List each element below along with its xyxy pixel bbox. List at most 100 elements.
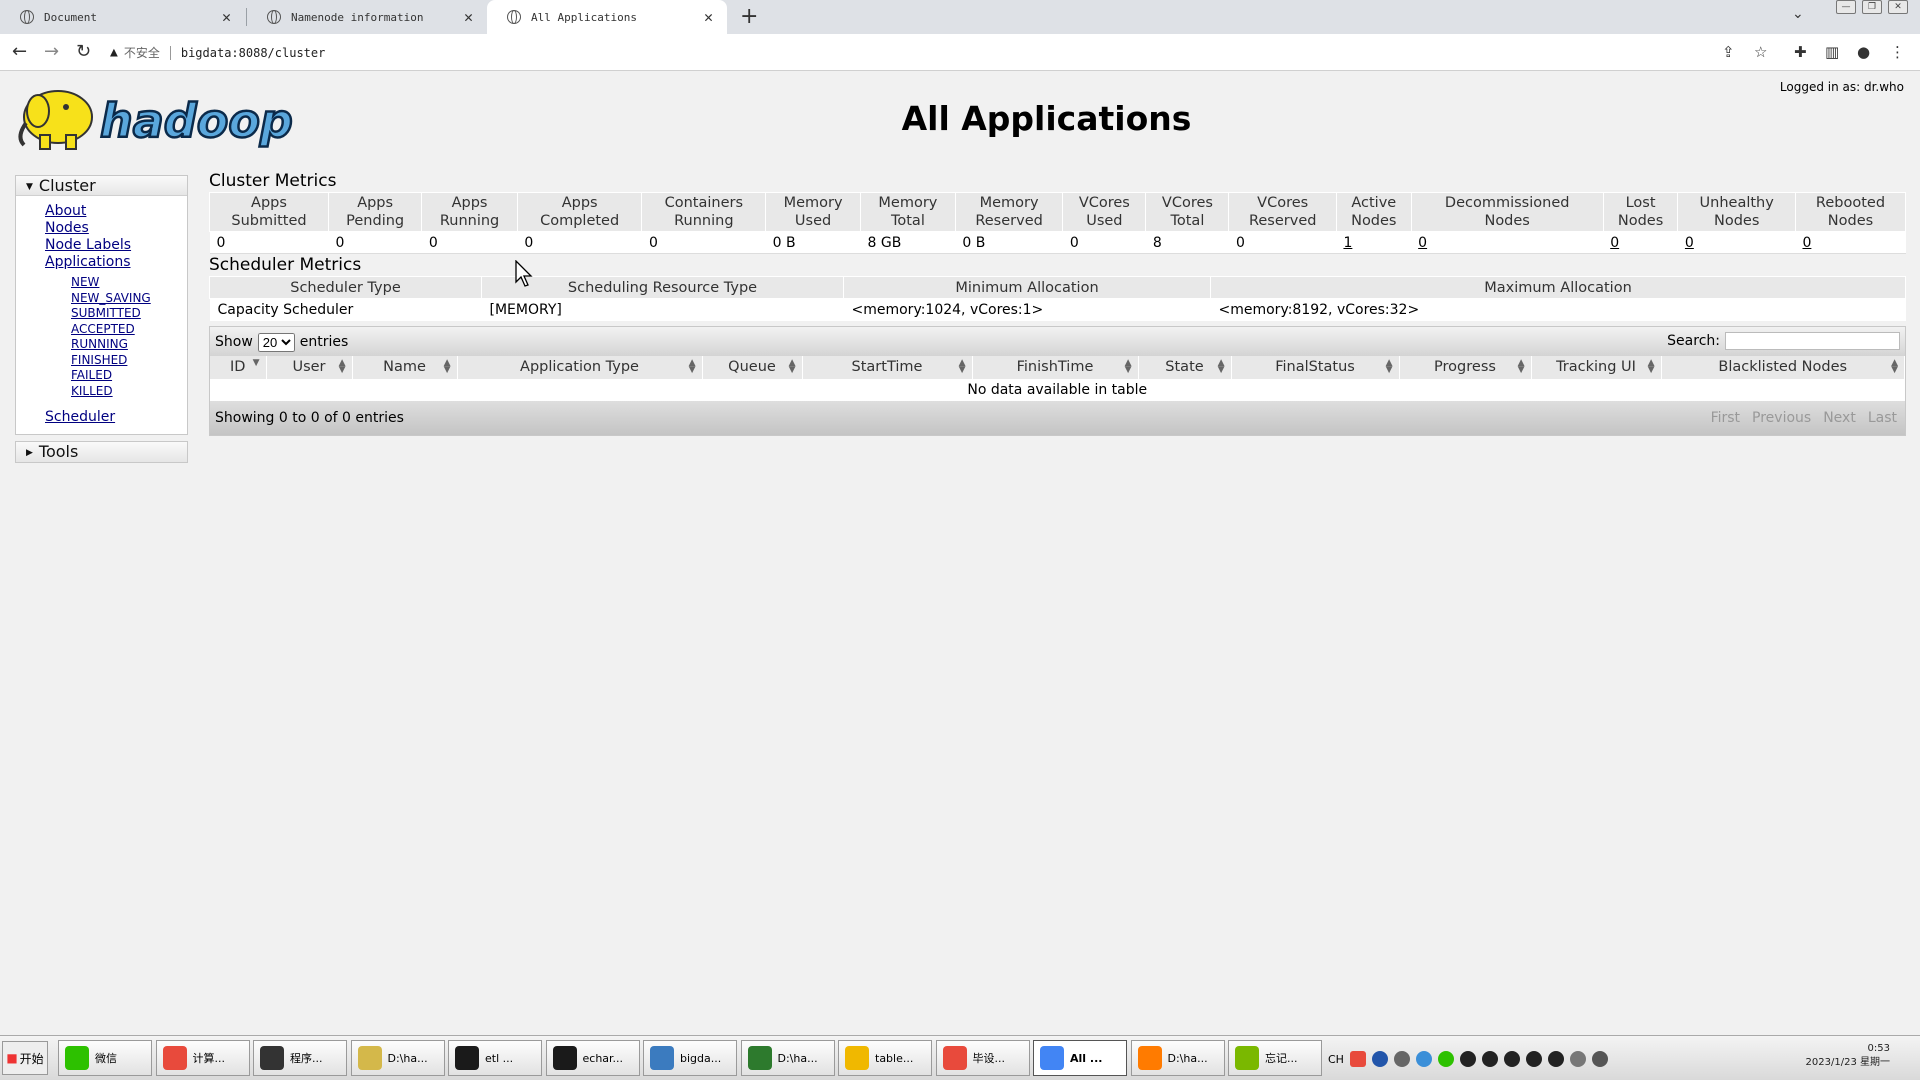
scheduler-value-cell: <memory:8192, vCores:32>	[1210, 298, 1906, 321]
metrics-value-cell[interactable]: 0	[1411, 231, 1604, 254]
back-arrow-icon[interactable]: ←	[12, 41, 27, 62]
taskbar-app[interactable]: table...	[838, 1040, 932, 1076]
restore-button[interactable]: ❐	[1862, 0, 1882, 14]
nav-link-running[interactable]: RUNNING	[71, 337, 187, 353]
metrics-link[interactable]: 1	[1343, 235, 1352, 251]
sogou-icon[interactable]	[1349, 1051, 1366, 1067]
system-clock[interactable]: 0:53 2023/1/23 星期一	[1806, 1042, 1890, 1070]
metrics-value-cell: 0	[1228, 231, 1337, 254]
close-window-button[interactable]: ✕	[1888, 0, 1908, 14]
share-icon[interactable]: ⇪	[1722, 43, 1735, 61]
nav-link-node-labels[interactable]: Node Labels	[45, 237, 187, 254]
qq-icon[interactable]	[1503, 1051, 1520, 1067]
profile-icon[interactable]: ●	[1857, 43, 1870, 61]
metrics-value-cell[interactable]: 0	[1603, 231, 1678, 254]
taskbar-app[interactable]: 毕设...	[935, 1040, 1030, 1076]
taskbar-app[interactable]: 计算...	[155, 1040, 250, 1076]
metrics-header-row: Apps Submitted Apps Pending Apps Running Apps C…	[209, 192, 1907, 232]
nav-link-accepted[interactable]: ACCEPTED	[71, 322, 187, 338]
column-header[interactable]: Tracking UI ▲ ▼	[1531, 355, 1662, 379]
chevron-down-icon[interactable]: ⌄	[1792, 6, 1804, 22]
nav-link-applications[interactable]: Applications	[45, 254, 187, 271]
metrics-value-cell[interactable]: 0	[1677, 231, 1796, 254]
metrics-value-cell[interactable]: 1	[1336, 231, 1412, 254]
column-header[interactable]: Progress ▲ ▼	[1399, 355, 1532, 379]
tray-app-icon[interactable]	[1437, 1051, 1454, 1067]
pager-previous[interactable]: Previous	[1752, 410, 1811, 426]
taskbar-app[interactable]: D:\ha...	[740, 1040, 835, 1076]
search-input[interactable]	[1725, 331, 1900, 350]
url-text[interactable]: bigdata:8088/cluster	[181, 46, 326, 60]
column-header[interactable]: FinalStatus ▲ ▼	[1231, 355, 1400, 379]
tab-namenode-information[interactable]: Namenode information ✕	[247, 0, 487, 34]
nav-link-scheduler[interactable]: Scheduler	[45, 409, 187, 426]
tab-document[interactable]: Document ✕	[0, 0, 245, 34]
entries-length-control: Show 20 entries	[215, 332, 348, 352]
star-icon[interactable]: ☆	[1754, 43, 1767, 61]
cloud-icon[interactable]	[1415, 1051, 1432, 1067]
shield-icon[interactable]	[1371, 1051, 1388, 1067]
volume-icon[interactable]	[1591, 1051, 1608, 1067]
column-header[interactable]: State ▲ ▼	[1138, 355, 1232, 379]
minimize-button[interactable]: —	[1836, 0, 1856, 14]
qq-icon[interactable]	[1525, 1051, 1542, 1067]
pager-first[interactable]: First	[1711, 410, 1740, 426]
close-icon[interactable]: ✕	[704, 8, 713, 26]
nav-link-about[interactable]: About	[45, 203, 187, 220]
new-tab-button[interactable]: +	[740, 4, 758, 29]
metrics-value-cell[interactable]: 0	[1795, 231, 1906, 254]
qq-icon[interactable]	[1547, 1051, 1564, 1067]
nav-link-submitted[interactable]: SUBMITTED	[71, 306, 187, 322]
menu-icon[interactable]: ⋮	[1890, 43, 1905, 61]
nav-link-killed[interactable]: KILLED	[71, 384, 187, 400]
pager-last[interactable]: Last	[1868, 410, 1897, 426]
tools-nav-header[interactable]: ▶ Tools	[16, 442, 187, 462]
nav-link-nodes[interactable]: Nodes	[45, 220, 187, 237]
metrics-link[interactable]: 0	[1418, 235, 1427, 251]
nav-link-finished[interactable]: FINISHED	[71, 353, 187, 369]
qq-icon[interactable]	[1459, 1051, 1476, 1067]
metrics-column-header: VCores Reserved	[1228, 192, 1337, 232]
column-header[interactable]: User ▲ ▼	[266, 355, 353, 379]
network-icon[interactable]	[1569, 1051, 1586, 1067]
column-header[interactable]: StartTime ▲ ▼	[802, 355, 973, 379]
metrics-link[interactable]: 0	[1685, 235, 1694, 251]
ime-indicator[interactable]: CH	[1328, 1053, 1344, 1066]
nav-link-failed[interactable]: FAILED	[71, 368, 187, 384]
reload-icon[interactable]: ↻	[76, 41, 91, 62]
side-panel-icon[interactable]: ▥	[1825, 43, 1839, 61]
column-header[interactable]: FinishTime ▲ ▼	[972, 355, 1139, 379]
start-button[interactable]: ■ 开始	[2, 1041, 48, 1075]
column-header[interactable]: Blacklisted Nodes ▲ ▼	[1661, 355, 1905, 379]
cluster-nav-header[interactable]: ▼ Cluster	[16, 176, 187, 196]
metrics-column-header: Decommissioned Nodes	[1410, 192, 1604, 232]
metrics-link[interactable]: 0	[1802, 235, 1811, 251]
taskbar-app[interactable]: etl ...	[448, 1040, 542, 1076]
taskbar-app[interactable]: D:\ha...	[350, 1040, 445, 1076]
entries-select[interactable]: 20	[257, 332, 295, 352]
taskbar-app[interactable]: D:\ha...	[1130, 1040, 1225, 1076]
column-header[interactable]: Name ▲ ▼	[352, 355, 458, 379]
taskbar-app[interactable]: bigda...	[643, 1040, 737, 1076]
taskbar-app[interactable]: echar...	[545, 1040, 640, 1076]
column-header[interactable]: Queue ▲ ▼	[702, 355, 803, 379]
security-label[interactable]: 不安全	[124, 44, 160, 61]
close-icon[interactable]: ✕	[464, 8, 473, 26]
tray-app-icon[interactable]	[1393, 1051, 1410, 1067]
taskbar-app[interactable]: 程序...	[253, 1040, 347, 1076]
column-header[interactable]: Application Type ▲ ▼	[457, 355, 703, 379]
pager-next[interactable]: Next	[1823, 410, 1856, 426]
taskbar-app[interactable]: 微信	[58, 1040, 152, 1076]
nav-link-new[interactable]: NEW	[71, 275, 187, 291]
metrics-link[interactable]: 0	[1610, 235, 1619, 251]
column-header[interactable]: ID ▼	[210, 355, 267, 379]
address-bar[interactable]: ▲ 不安全 bigdata:8088/cluster	[110, 39, 1710, 66]
extensions-icon[interactable]: ✚	[1794, 43, 1807, 61]
qq-icon[interactable]	[1481, 1051, 1498, 1067]
forward-arrow-icon[interactable]: →	[44, 41, 59, 62]
tab-all-applications[interactable]: All Applications ✕	[487, 0, 727, 34]
nav-link-new-saving[interactable]: NEW_SAVING	[71, 291, 187, 307]
close-icon[interactable]: ✕	[222, 8, 231, 26]
taskbar-app[interactable]: 忘记...	[1228, 1040, 1322, 1076]
taskbar-app[interactable]: All ...	[1033, 1040, 1127, 1076]
